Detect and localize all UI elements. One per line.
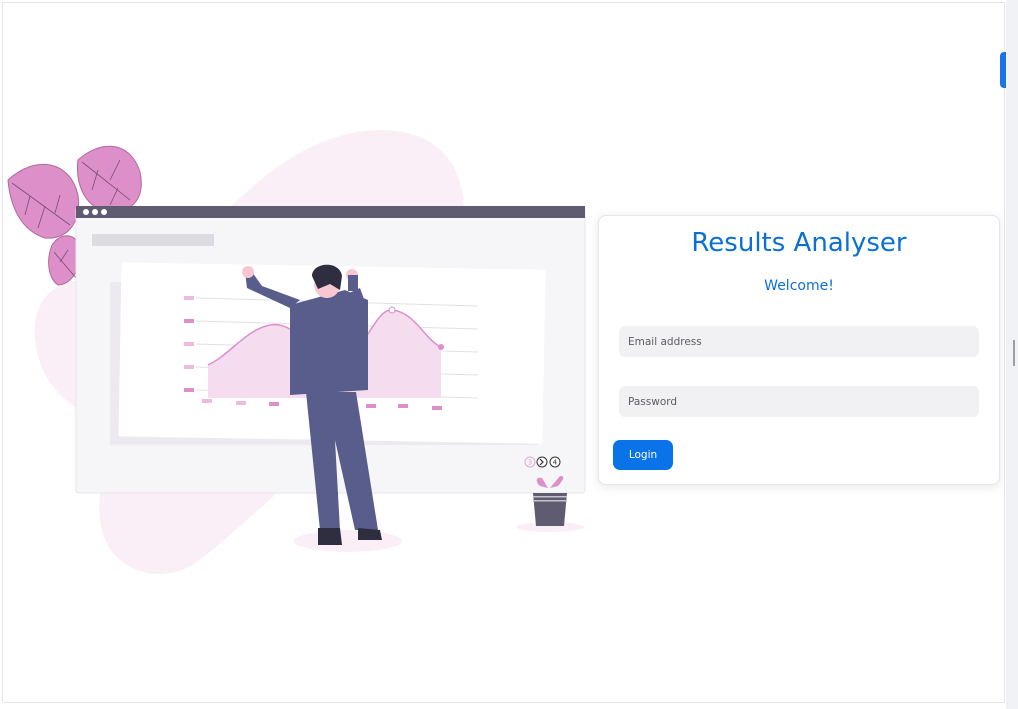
side-tab[interactable] <box>1000 52 1006 88</box>
analytics-illustration: 3 4 <box>7 130 586 575</box>
password-field[interactable] <box>619 386 979 417</box>
welcome-text: Welcome! <box>764 278 834 294</box>
carousel-indicators: 3 4 <box>524 456 561 468</box>
login-button[interactable]: Login <box>613 440 673 470</box>
carousel-indicator-label: 3 <box>528 459 532 467</box>
email-field[interactable] <box>619 326 979 357</box>
scrollbar-thumb[interactable] <box>1013 340 1015 366</box>
scrollbar[interactable] <box>1006 0 1018 709</box>
carousel-indicator-label: 4 <box>553 459 558 467</box>
login-card: Results Analyser Welcome! Login <box>598 215 1000 485</box>
app-title: Results Analyser <box>691 228 907 258</box>
